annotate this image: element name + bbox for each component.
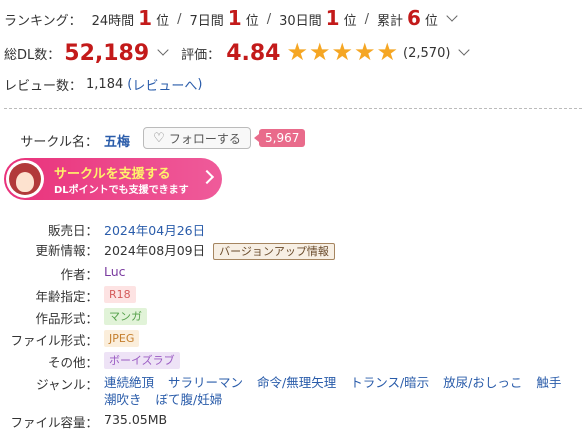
rating-value: 4.84 <box>226 40 281 66</box>
update-date: 2024年08月09日 <box>104 243 206 258</box>
ranking-unit: 位 <box>245 13 259 29</box>
ranking-value-30d: 1 <box>325 6 340 30</box>
heart-icon: ♡ <box>153 130 165 146</box>
ranking-row: ランキング： 24時間 1 位 / 7日間 1 位 / 30日間 1 位 / 累… <box>4 6 458 32</box>
follow-button-label: フォローする <box>168 131 241 146</box>
ranking-period-total: 累計 <box>376 13 403 29</box>
genre-link[interactable]: 潮吹き <box>104 392 142 407</box>
support-subtitle: DLポイントでも支援できます <box>54 185 189 196</box>
other-badge[interactable]: ボーイズラブ <box>104 352 180 369</box>
release-date-link[interactable]: 2024年04月26日 <box>104 220 205 239</box>
follow-button[interactable]: ♡ フォローする <box>143 127 251 149</box>
chevron-down-icon[interactable] <box>446 10 458 22</box>
support-title: サークルを支援する <box>54 167 171 182</box>
format-label: 作品形式： <box>35 311 98 326</box>
rating-stars-icon: ★★★★★ <box>286 38 400 66</box>
genre-link[interactable]: 触手 <box>536 375 561 390</box>
ranking-label: ランキング： <box>4 13 82 29</box>
ranking-value-7d: 1 <box>227 6 242 30</box>
ranking-separator: / <box>266 11 272 27</box>
chevron-down-icon[interactable] <box>458 44 471 56</box>
review-paren-close: ) <box>197 76 203 92</box>
ranking-period-30d: 30日間 <box>279 13 322 29</box>
age-label: 年齢指定： <box>35 289 98 304</box>
review-label: レビュー数： <box>4 78 83 94</box>
chevron-right-icon <box>199 169 215 185</box>
ranking-unit: 位 <box>424 13 438 29</box>
ranking-separator: / <box>177 11 182 27</box>
genre-link[interactable]: ぼて腹/妊婦 <box>156 392 223 407</box>
update-label: 更新情報： <box>35 243 98 258</box>
circle-name-link[interactable]: 五梅 <box>104 131 130 150</box>
size-label: ファイル容量： <box>10 415 98 430</box>
ranking-value-24h: 1 <box>138 6 153 30</box>
follow-count-badge: 5,967 <box>253 129 306 147</box>
genre-link[interactable]: 連続絶頂 <box>104 375 154 390</box>
downloads-label: 総DL数： <box>4 47 61 63</box>
genre-label: ジャンル： <box>36 377 98 392</box>
ranking-value-total: 6 <box>407 6 421 30</box>
other-label: その他： <box>47 355 98 370</box>
file-format-label: ファイル形式： <box>10 333 98 348</box>
downloads-value: 52,189 <box>64 40 150 66</box>
ranking-period-24h: 24時間 <box>91 13 135 29</box>
genre-link[interactable]: 命令/無理矢理 <box>257 375 336 390</box>
divider <box>4 108 582 109</box>
ranking-unit: 位 <box>156 13 170 29</box>
genre-link[interactable]: サラリーマン <box>168 375 243 390</box>
chevron-down-icon[interactable] <box>157 44 169 56</box>
downloads-rating-row: 総DL数： 52,189 評価： 4.84 ★★★★★ (2,570) <box>4 38 471 68</box>
review-count: 1,184 <box>86 76 124 92</box>
size-value: 735.05MB <box>104 412 168 427</box>
author-link[interactable]: Luc <box>104 264 126 279</box>
genre-link[interactable]: トランス/暗示 <box>350 375 429 390</box>
circle-row: サークル名： 五梅 ♡ フォローする 5,967 <box>0 127 586 151</box>
ranking-separator: / <box>364 11 369 27</box>
rating-label: 評価： <box>181 47 221 63</box>
file-format-badge[interactable]: JPEG <box>104 330 140 347</box>
review-link[interactable]: レビューへ <box>132 75 197 94</box>
rating-count: (2,570) <box>403 45 451 61</box>
genre-list: 連続絶頂 サラリーマン 命令/無理矢理 トランス/暗示 放尿/おしっこ 触手 潮… <box>104 374 582 408</box>
version-up-button[interactable]: バージョンアップ情報 <box>213 243 335 260</box>
ranking-period-7d: 7日間 <box>189 13 224 29</box>
review-row: レビュー数： 1,184 (レビューへ) <box>4 74 202 94</box>
circle-avatar <box>6 160 44 198</box>
support-circle-button[interactable]: サークルを支援する DLポイントでも支援できます <box>4 158 222 200</box>
age-badge[interactable]: R18 <box>104 286 136 303</box>
ranking-unit: 位 <box>343 13 357 29</box>
genre-link[interactable]: 放尿/おしっこ <box>443 375 522 390</box>
format-badge[interactable]: マンガ <box>104 308 147 325</box>
release-label: 販売日： <box>47 223 98 238</box>
author-label: 作者： <box>60 267 98 282</box>
circle-label: サークル名： <box>20 135 98 150</box>
